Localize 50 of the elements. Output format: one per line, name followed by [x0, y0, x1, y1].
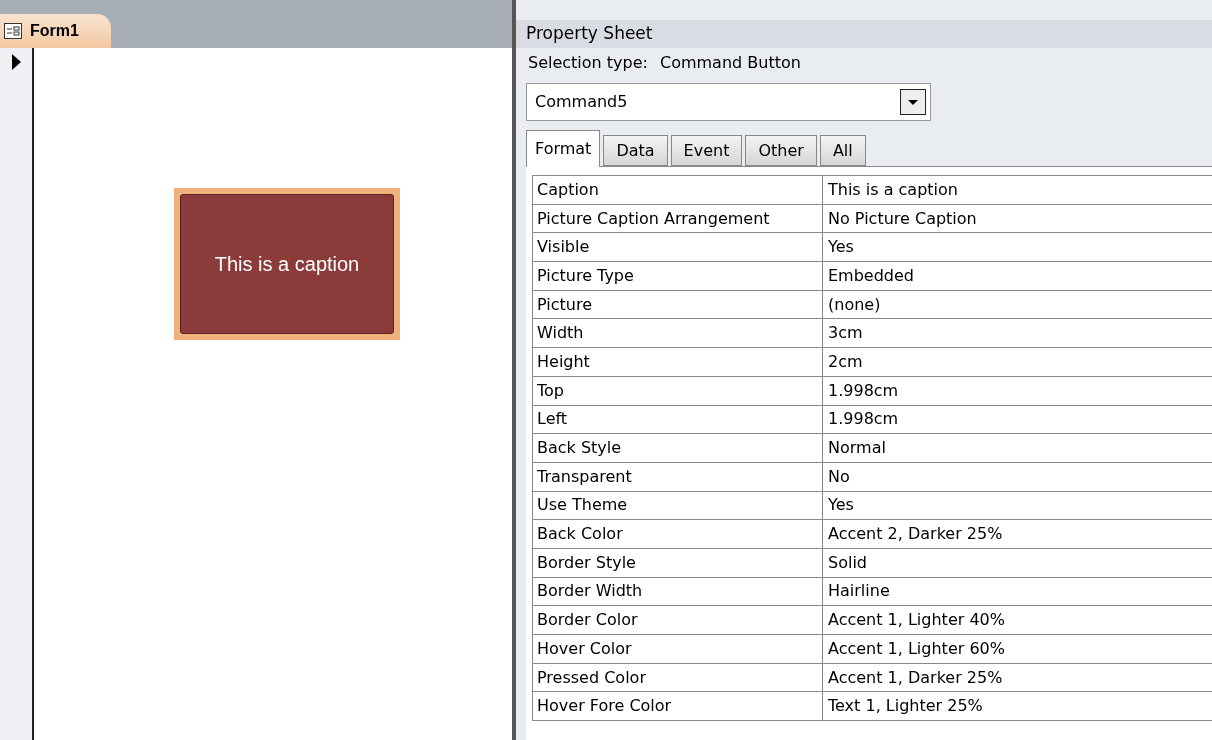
property-name: Top [533, 376, 823, 405]
property-value[interactable]: No Picture Caption [823, 204, 1212, 233]
property-value[interactable]: Solid [823, 548, 1212, 577]
property-value[interactable]: Embedded [823, 262, 1212, 290]
command-button[interactable]: This is a caption [180, 194, 394, 334]
panel-title: Property Sheet [516, 20, 1212, 48]
property-name: Hover Color [533, 635, 823, 663]
property-tab[interactable]: Other [745, 135, 817, 166]
property-value[interactable]: Normal [823, 434, 1212, 462]
record-selector-icon [12, 54, 21, 70]
selection-type-label: Selection type: [528, 52, 648, 74]
property-value[interactable]: 3cm [823, 319, 1212, 348]
property-value[interactable]: Yes [823, 233, 1212, 262]
property-name: Caption [533, 176, 823, 204]
property-name: Back Style [533, 434, 823, 462]
property-value[interactable]: 1.998cm [823, 405, 1212, 434]
property-tab[interactable]: All [819, 135, 866, 166]
property-name: Transparent [533, 462, 823, 491]
property-value[interactable]: Hairline [823, 577, 1212, 606]
property-tab[interactable]: Format [526, 130, 601, 167]
property-name: Back Color [533, 520, 823, 548]
property-name: Picture Caption Arrangement [533, 204, 823, 233]
property-name: Picture [533, 290, 823, 319]
object-dropdown[interactable]: Command5 [526, 83, 931, 121]
property-name: Border Style [533, 548, 823, 577]
selection-type-value: Command Button [659, 52, 801, 74]
property-value[interactable]: 2cm [823, 348, 1212, 376]
property-value[interactable]: Accent 1, Lighter 40% [823, 606, 1212, 634]
property-value[interactable]: Yes [823, 491, 1212, 520]
property-value[interactable]: Text 1, Lighter 25% [823, 692, 1212, 721]
property-name: Use Theme [533, 491, 823, 520]
property-name: Picture Type [533, 262, 823, 290]
property-name: Left [533, 405, 823, 434]
property-value[interactable]: Accent 1, Darker 25% [823, 663, 1212, 692]
property-value[interactable]: This is a caption [823, 176, 1212, 204]
form-icon [4, 23, 22, 39]
property-name: Height [533, 348, 823, 376]
property-tab[interactable]: Event [670, 135, 743, 166]
property-value[interactable]: (none) [823, 290, 1212, 319]
property-value[interactable]: 1.998cm [823, 376, 1212, 405]
property-name: Visible [533, 233, 823, 262]
property-name: Pressed Color [533, 663, 823, 692]
property-name: Width [533, 319, 823, 348]
property-name: Border Color [533, 606, 823, 634]
property-name: Hover Fore Color [533, 692, 823, 721]
property-value[interactable]: Accent 2, Darker 25% [823, 520, 1212, 548]
property-value[interactable]: No [823, 462, 1212, 491]
property-tab[interactable]: Data [603, 135, 668, 166]
property-value[interactable]: Accent 1, Lighter 60% [823, 635, 1212, 663]
property-name: Border Width [533, 577, 823, 606]
